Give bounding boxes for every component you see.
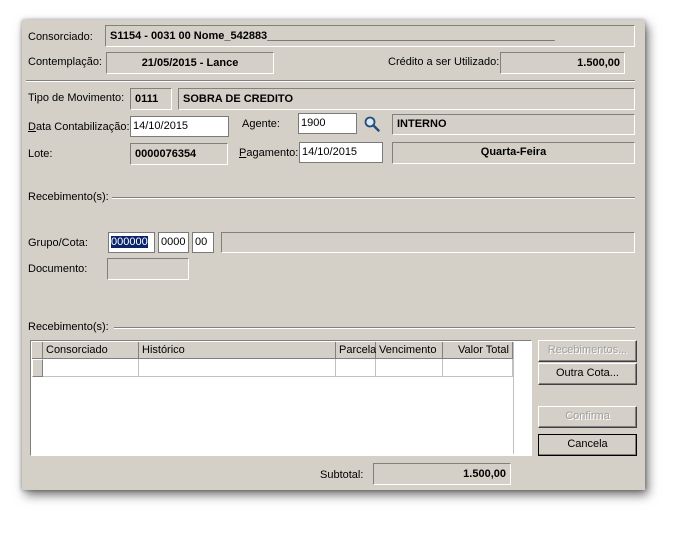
- data-contabilizacao-label: Data Contabilização:: [28, 121, 130, 133]
- grupo-value: 000000: [111, 236, 148, 248]
- subtotal-field: 1.500,00: [373, 463, 511, 485]
- tipo-movimento-code: 0111: [130, 88, 172, 110]
- credito-label: Crédito a ser Utilizado:: [388, 56, 500, 68]
- cota-input[interactable]: 0000: [158, 232, 189, 253]
- table-cell[interactable]: [43, 359, 139, 377]
- digito-input[interactable]: 00: [192, 232, 214, 253]
- table-scrollbar[interactable]: [513, 342, 530, 454]
- cancela-button[interactable]: Cancela: [538, 434, 637, 456]
- data-contabilizacao-input[interactable]: 14/10/2015: [130, 116, 229, 137]
- table-cell[interactable]: [376, 359, 443, 377]
- agente-nome-field: INTERNO: [392, 114, 635, 135]
- recebimentos-table[interactable]: Consorciado Histórico Parcela Vencimento…: [30, 340, 532, 456]
- documento-field: [107, 258, 189, 280]
- lote-label: Lote:: [28, 148, 53, 160]
- consorciado-field: S1154 - 0031 00 Nome_542883_____________…: [105, 25, 635, 47]
- pagamento-input[interactable]: 14/10/2015: [299, 142, 383, 163]
- dialog-window: Consorciado: S1154 - 0031 00 Nome_542883…: [22, 20, 645, 490]
- column-header-historico[interactable]: Histórico: [139, 342, 336, 359]
- table-cell[interactable]: [443, 359, 513, 377]
- pagamento-label: Pagamento:: [239, 147, 299, 159]
- column-header-vencimento[interactable]: Vencimento: [376, 342, 443, 359]
- tipo-movimento-desc: SOBRA DE CREDITO: [178, 88, 635, 110]
- grupo-descricao-field: [221, 232, 635, 253]
- header-divider: [26, 80, 635, 82]
- subtotal-label: Subtotal:: [320, 469, 364, 481]
- recebimento-divider: [112, 197, 635, 199]
- agente-label: Agente:: [242, 118, 280, 130]
- column-header-valor-total[interactable]: Valor Total: [443, 342, 513, 359]
- row-indicator[interactable]: [32, 359, 43, 377]
- table-cell[interactable]: [139, 359, 336, 377]
- recebimento-grid-divider: [114, 327, 635, 329]
- recebimentos-button[interactable]: Recebimentos...: [538, 340, 637, 362]
- agente-input[interactable]: 1900: [298, 113, 357, 134]
- recebimento-section-label: Recebimento(s):: [28, 191, 109, 203]
- lote-field: 0000076354: [130, 143, 228, 165]
- table-corner: [32, 342, 43, 359]
- grupo-input[interactable]: 000000: [108, 232, 155, 253]
- consorciado-label: Consorciado:: [28, 31, 93, 43]
- magnifier-icon[interactable]: [363, 115, 381, 133]
- grupo-cota-label: Grupo/Cota:: [28, 237, 88, 249]
- column-header-consorciado[interactable]: Consorciado: [43, 342, 139, 359]
- outra-cota-button[interactable]: Outra Cota...: [538, 363, 637, 385]
- contemplacao-field: 21/05/2015 - Lance: [106, 52, 274, 74]
- contemplacao-label: Contemplação:: [28, 56, 102, 68]
- confirma-button[interactable]: Confirma: [538, 406, 637, 428]
- recebimento-grid-label: Recebimento(s):: [28, 321, 109, 333]
- documento-label: Documento:: [28, 263, 88, 275]
- tipo-movimento-label: Tipo de Movimento:: [28, 92, 125, 104]
- credito-field: 1.500,00: [500, 52, 625, 74]
- table-cell[interactable]: [336, 359, 376, 377]
- column-header-parcela[interactable]: Parcela: [336, 342, 376, 359]
- dia-semana-field: Quarta-Feira: [392, 142, 635, 164]
